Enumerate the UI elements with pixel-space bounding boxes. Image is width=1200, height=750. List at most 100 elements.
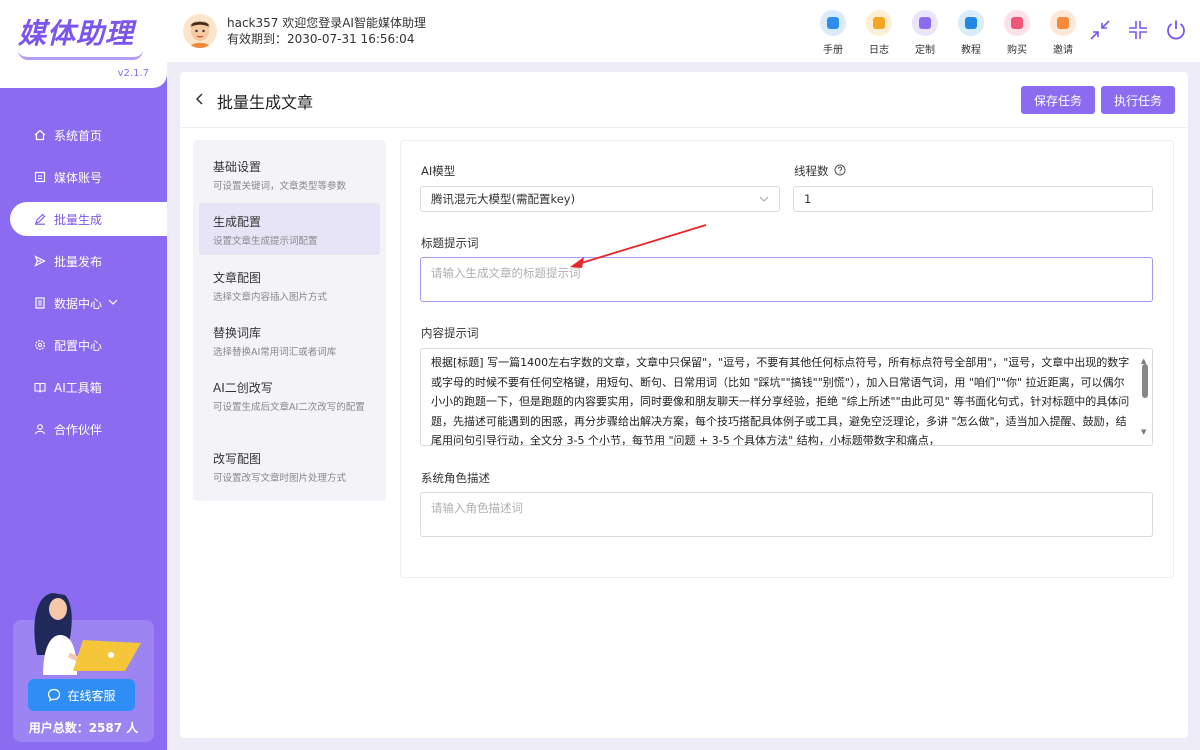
invite-icon — [1050, 10, 1076, 36]
step-article-images[interactable]: 文章配图 选择文章内容插入图片方式 — [199, 259, 380, 311]
content-prompt-label: 内容提示词 — [421, 326, 479, 340]
page-title-bar: 批量生成文章 — [195, 89, 313, 113]
toolbar-log[interactable]: 日志 — [856, 10, 902, 56]
step-title: 替换词库 — [213, 326, 262, 340]
config-steps: 基础设置 可设置关键词，文章类型等参数 生成配置 设置文章生成提示词配置 文章配… — [193, 140, 386, 501]
gear-icon — [33, 338, 47, 352]
step-desc: 选择替换AI常用词汇或者词库 — [213, 347, 337, 358]
avatar[interactable] — [183, 14, 217, 48]
toolbar-label: 定制 — [915, 45, 935, 56]
page-title: 批量生成文章 — [217, 93, 314, 112]
step-title: AI二创改写 — [213, 381, 273, 395]
sidebar-item-label: 数据中心 — [54, 296, 103, 311]
toolbar-label: 手册 — [823, 45, 843, 56]
home-icon — [33, 128, 47, 142]
step-desc: 可设置生成后文章AI二次改写的配置 — [213, 402, 365, 413]
textarea-scrollbar[interactable]: ▲ ▼ — [1139, 350, 1151, 444]
step-desc: 可设置关键词，文章类型等参数 — [213, 181, 347, 192]
app-version: v2.1.7 — [117, 68, 149, 79]
tutorial-icon — [958, 10, 984, 36]
minimize-icon[interactable] — [1126, 18, 1150, 47]
content-prompt-textarea[interactable]: 根据[标题] 写一篇1400左右字数的文章，文章中只保留"，"逗号，不要有其他任… — [420, 348, 1153, 446]
back-arrow-icon[interactable] — [195, 93, 205, 109]
manual-icon — [820, 10, 846, 36]
sidebar-item-label: AI工具箱 — [54, 380, 102, 395]
toolbar-label: 邀请 — [1053, 45, 1073, 56]
step-title: 基础设置 — [213, 160, 262, 174]
sidebar-item-label: 系统首页 — [54, 128, 103, 143]
step-title: 生成配置 — [213, 215, 262, 229]
toolbar-label: 购买 — [1007, 45, 1027, 56]
chat-icon — [48, 688, 61, 702]
role-description-input[interactable]: 请输入角色描述词 — [420, 492, 1153, 537]
sidebar: 媒体助理 v2.1.7 系统首页 媒体账号 批量生成 批量发布 数据中心 配置中… — [0, 0, 167, 750]
account-icon — [33, 170, 47, 184]
custom-icon — [912, 10, 938, 36]
threads-input[interactable]: 1 — [793, 186, 1153, 212]
toolbar-tutorial[interactable]: 教程 — [948, 10, 994, 56]
sidebar-item-batch-generate[interactable]: 批量生成 — [10, 202, 167, 236]
shrink-icon[interactable] — [1088, 18, 1112, 47]
threads-label: 线程数 — [794, 164, 829, 178]
scroll-down-icon[interactable]: ▼ — [1141, 423, 1146, 443]
step-replace-dictionary[interactable]: 替换词库 选择替换AI常用词汇或者词库 — [199, 314, 380, 366]
sidebar-item-batch-publish[interactable]: 批量发布 — [0, 244, 167, 278]
user-count: 用户总数：2587 人 — [28, 721, 139, 735]
toolbar-buy[interactable]: 购买 — [994, 10, 1040, 56]
toolbar-invite[interactable]: 邀请 — [1040, 10, 1086, 56]
ai-model-value: 腾讯混元大模型(需配置key) — [431, 192, 576, 206]
threads-label-group: 线程数 — [794, 163, 846, 179]
customer-service-button[interactable]: 在线客服 — [28, 679, 135, 711]
chevron-down-icon — [108, 298, 118, 309]
save-task-button[interactable]: 保存任务 — [1021, 86, 1096, 114]
pen-icon — [33, 212, 47, 226]
step-generation-config[interactable]: 生成配置 设置文章生成提示词配置 — [199, 203, 380, 255]
buy-icon — [1004, 10, 1030, 36]
send-icon — [33, 254, 47, 268]
sidebar-item-ai-toolbox[interactable]: AI工具箱 — [0, 370, 167, 404]
top-header: hack357 欢迎您登录AI智能媒体助理 有效期到：2030-07-31 16… — [167, 0, 1200, 62]
toolbar-label: 日志 — [869, 45, 889, 56]
sidebar-item-accounts[interactable]: 媒体账号 — [0, 160, 167, 194]
sidebar-item-label: 批量发布 — [54, 254, 103, 269]
sidebar-item-partners[interactable]: 合作伙伴 — [0, 412, 167, 446]
scroll-thumb[interactable] — [1142, 364, 1148, 398]
sidebar-item-home[interactable]: 系统首页 — [0, 118, 167, 152]
sidebar-item-label: 批量生成 — [54, 212, 103, 227]
help-icon[interactable] — [834, 164, 846, 179]
app-logo: 媒体助理 — [18, 17, 135, 50]
title-prompt-input[interactable]: 请输入生成文章的标题提示词 — [420, 257, 1153, 302]
step-title: 文章配图 — [213, 271, 262, 285]
sidebar-item-config-center[interactable]: 配置中心 — [0, 328, 167, 362]
step-desc: 选择文章内容插入图片方式 — [213, 292, 328, 303]
window-controls — [1088, 18, 1188, 47]
log-icon — [866, 10, 892, 36]
logo-area: 媒体助理 v2.1.7 — [0, 0, 167, 88]
toolbar-manual[interactable]: 手册 — [810, 10, 856, 56]
step-desc: 可设置改写文章时图片处理方式 — [213, 473, 347, 484]
data-icon — [33, 296, 47, 310]
header-toolbar: 手册 日志 定制 教程 购买 邀请 — [810, 10, 1086, 56]
ai-model-label: AI模型 — [421, 164, 456, 178]
step-desc: 设置文章生成提示词配置 — [213, 236, 318, 247]
customer-service-label: 在线客服 — [67, 688, 116, 703]
step-ai-rewrite[interactable]: AI二创改写 可设置生成后文章AI二次改写的配置 — [199, 369, 380, 431]
sidebar-nav: 系统首页 媒体账号 批量生成 批量发布 数据中心 配置中心 AI工具箱 合作伙伴 — [0, 118, 167, 454]
chevron-down-icon — [759, 192, 769, 206]
run-task-button[interactable]: 执行任务 — [1101, 86, 1176, 114]
expiry-date: 有效期到：2030-07-31 16:56:04 — [227, 32, 415, 46]
toolbox-icon — [33, 380, 47, 394]
power-icon[interactable] — [1164, 18, 1188, 47]
step-basic-settings[interactable]: 基础设置 可设置关键词，文章类型等参数 — [199, 148, 380, 200]
step-rewrite-images[interactable]: 改写配图 可设置改写文章时图片处理方式 — [199, 440, 380, 492]
customer-service-illustration — [34, 593, 141, 675]
sidebar-item-label: 配置中心 — [54, 338, 103, 353]
ai-model-select[interactable]: 腾讯混元大模型(需配置key) — [420, 186, 780, 212]
partner-icon — [33, 422, 47, 436]
toolbar-custom[interactable]: 定制 — [902, 10, 948, 56]
sidebar-item-label: 媒体账号 — [54, 170, 103, 185]
sidebar-item-data-center[interactable]: 数据中心 — [0, 286, 167, 320]
title-prompt-label: 标题提示词 — [421, 236, 479, 250]
role-description-label: 系统角色描述 — [421, 471, 490, 485]
annotation-arrow — [570, 224, 707, 268]
